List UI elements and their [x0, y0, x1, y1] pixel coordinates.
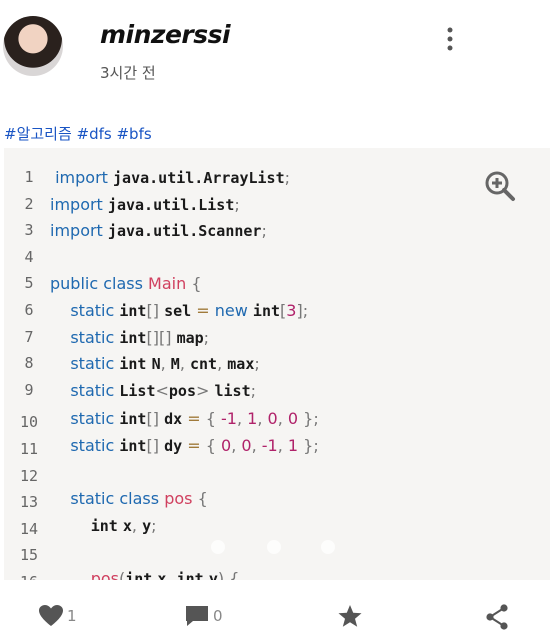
code-text: int x, y; — [90, 515, 157, 535]
code-text: static int[] dy = { 0, 0, -1, 1 }; — [70, 436, 319, 455]
code-line: 13 static class pos { — [4, 487, 550, 513]
like-button[interactable]: 1 — [38, 604, 77, 628]
comment-icon — [186, 606, 208, 626]
line-number: 13 — [19, 493, 39, 512]
code-text: pos(int x, int y) { — [90, 569, 240, 580]
heart-icon — [39, 605, 63, 626]
code-line: 9 static List<pos> list; — [4, 381, 550, 407]
code-line: 4 — [4, 248, 550, 274]
carousel-dot[interactable] — [211, 540, 225, 554]
more-options-button[interactable] — [442, 26, 458, 52]
line-number: 14 — [19, 519, 39, 538]
line-number: 1 — [24, 168, 34, 186]
code-line: 8 static int N, M, cnt, max; — [4, 354, 550, 380]
code-text: static int[][] map; — [70, 327, 210, 347]
code-text: public class Main { — [50, 274, 202, 294]
action-bar: 1 0 — [0, 590, 560, 640]
code-text: static int[] dx = { -1, 1, 0, 0 }; — [70, 409, 319, 429]
code-text: import java.util.Scanner; — [50, 221, 267, 241]
line-number: 15 — [19, 546, 39, 565]
comment-button[interactable]: 0 — [184, 604, 223, 628]
code-line: 6 static int[] sel = new int[3]; — [4, 301, 550, 327]
line-number: 7 — [24, 327, 34, 346]
line-number: 8 — [24, 354, 34, 373]
line-number: 9 — [24, 380, 34, 399]
code-text: static class pos { — [70, 489, 208, 509]
code-text: static List<pos> list; — [70, 380, 257, 400]
code-line: 1 import java.util.ArrayList; — [4, 168, 550, 194]
code-line: 5 public class Main { — [4, 274, 550, 300]
code-line: 16 pos(int x, int y) { — [4, 567, 550, 580]
hashtags[interactable]: #알고리즘 #dfs #bfs — [4, 123, 152, 144]
code-text: static int[] sel = new int[3]; — [70, 301, 309, 320]
post-header: minzerssi 3시간 전 — [0, 0, 560, 110]
line-number: 6 — [24, 301, 34, 319]
like-count: 1 — [67, 607, 77, 625]
line-number: 11 — [19, 440, 39, 458]
code-text: import java.util.List; — [50, 194, 240, 214]
bookmark-button[interactable] — [337, 604, 363, 628]
code-text: static int N, M, cnt, max; — [70, 354, 260, 374]
code-line: 2 import java.util.List; — [4, 195, 550, 221]
comment-count: 0 — [213, 607, 223, 625]
code-line: 7 static int[][] map; — [4, 328, 550, 354]
avatar[interactable] — [3, 16, 63, 76]
line-number: 3 — [24, 221, 34, 240]
code-line: 11 static int[] dy = { 0, 0, -1, 1 }; — [4, 434, 550, 460]
code-image[interactable]: 1 import java.util.ArrayList; 2 import jav… — [4, 148, 550, 580]
more-vertical-icon — [447, 27, 453, 51]
carousel-dot[interactable] — [267, 540, 281, 554]
code-line: 10 static int[] dx = { -1, 1, 0, 0 }; — [4, 407, 550, 433]
share-button[interactable] — [485, 604, 509, 630]
line-number: 10 — [19, 413, 39, 432]
code-line: 14 int x, y; — [4, 514, 550, 540]
author-name[interactable]: minzerssi — [100, 20, 231, 49]
line-number: 4 — [24, 247, 34, 266]
line-number: 5 — [24, 274, 34, 293]
code-text: import java.util.ArrayList; — [55, 168, 290, 187]
code-line: 3 import java.util.Scanner; — [4, 221, 550, 247]
line-number: 16 — [16, 573, 42, 580]
post-time: 3시간 전 — [100, 64, 156, 82]
code-line: 12 — [4, 461, 550, 487]
line-number: 12 — [19, 466, 39, 485]
star-icon — [338, 605, 362, 627]
carousel-dot[interactable] — [321, 540, 335, 554]
line-number: 2 — [24, 194, 34, 213]
share-icon — [486, 604, 508, 630]
